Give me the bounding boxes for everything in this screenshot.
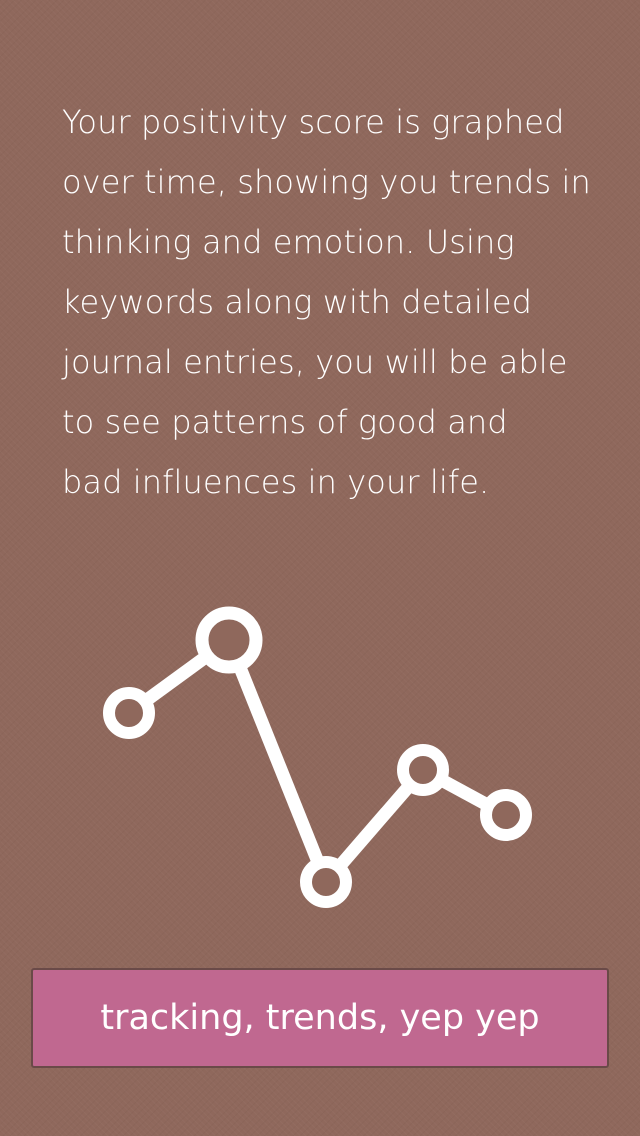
description-line-2: over time, showing you trends in [62, 163, 591, 201]
description-line-5: journal entries, you will be able [62, 343, 568, 381]
graph-point [300, 856, 352, 908]
description-line-3: thinking and emotion. Using [62, 223, 515, 261]
description-line-6: to see patterns of good and [62, 403, 508, 441]
description-line-4: keywords along with detailed [62, 283, 533, 321]
graph-point [480, 789, 532, 841]
graph-segment [222, 633, 333, 889]
graph-point [103, 687, 155, 739]
description-line-1: Your positivity score is graphed [62, 103, 565, 141]
line-graph-icon [103, 606, 532, 908]
graph-point [195, 606, 263, 674]
description-line-7: bad influences in your life. [62, 463, 490, 501]
onboarding-description: Your positivity score is graphed over ti… [62, 92, 602, 512]
continue-button[interactable]: tracking, trends, yep yep [31, 968, 609, 1068]
graph-point [397, 744, 449, 796]
